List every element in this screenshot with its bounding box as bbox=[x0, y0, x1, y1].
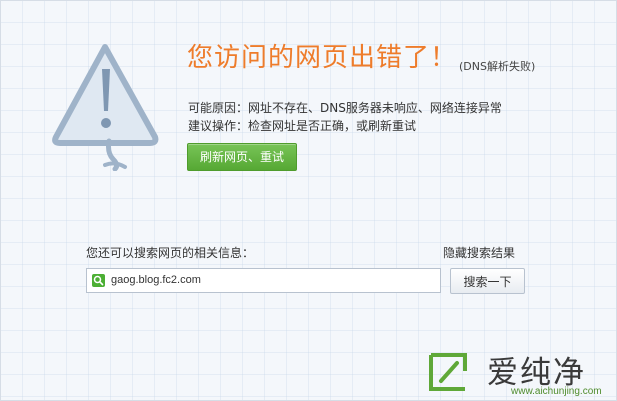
suggested-actions: 建议操作：检查网址是否正确，或刷新重试 bbox=[188, 119, 417, 133]
page-title: 您访问的网页出错了！ bbox=[187, 43, 458, 73]
error-detail: (DNS解析失败) bbox=[459, 60, 536, 73]
search-box bbox=[86, 268, 441, 293]
possible-reasons: 可能原因：网址不存在、DNS服务器未响应、网络连接异常 bbox=[188, 101, 502, 115]
search-button[interactable]: 搜索一下 bbox=[450, 268, 525, 294]
search-engine-icon bbox=[92, 274, 105, 287]
hide-search-results-link[interactable]: 隐藏搜索结果 bbox=[443, 244, 515, 261]
search-hint: 您还可以搜索网页的相关信息： bbox=[86, 246, 255, 260]
watermark: 爱纯净 www.aichunjing.com bbox=[423, 345, 615, 399]
search-input[interactable] bbox=[111, 269, 437, 292]
refresh-retry-button[interactable]: 刷新网页、重试 bbox=[187, 143, 297, 171]
watermark-logo bbox=[429, 353, 467, 391]
watermark-url: www.aichunjing.com bbox=[511, 386, 602, 397]
error-page: 您访问的网页出错了！ (DNS解析失败) 可能原因：网址不存在、DNS服务器未响… bbox=[0, 0, 617, 401]
warning-triangle-icon bbox=[49, 41, 161, 172]
